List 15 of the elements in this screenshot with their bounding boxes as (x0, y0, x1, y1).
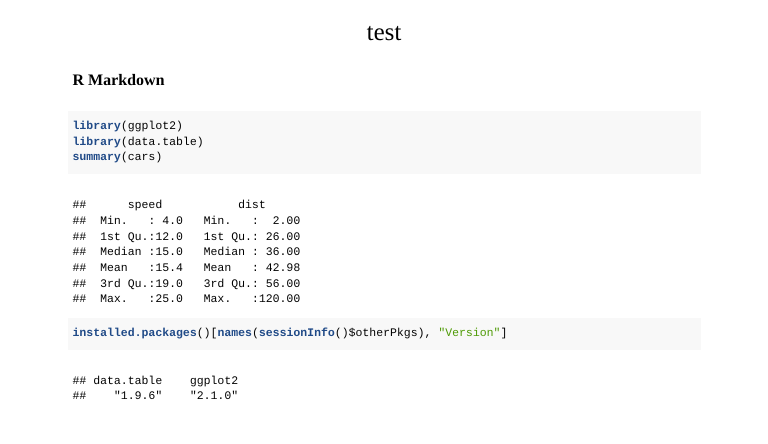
code-line: summary(cars) (72, 150, 162, 166)
output-line: ## 1st Qu.:12.0 1st Qu.: 26.00 (72, 230, 302, 246)
output-line: ## Min. : 4.0 Min. : 2.00 (72, 214, 302, 230)
output-line: ## Mean :15.4 Mean : 42.98 (72, 260, 302, 277)
output-line: ## "1.9.6" "2.1.0" (72, 389, 240, 406)
code-line: installed.packages()[names(sessionInfo()$otherPkgs), "Version"] (72, 326, 508, 342)
output-line: ## Max. :25.0 Max. :120.00 (72, 292, 302, 308)
code-line: library(ggplot2) (72, 119, 183, 135)
output-line: ## speed dist (72, 198, 267, 214)
output-line: ## data.table ggplot2 (72, 374, 240, 390)
document-title: test (366, 18, 402, 48)
output-line: ## 3rd Qu.:19.0 3rd Qu.: 56.00 (72, 276, 302, 292)
output-line: ## Median :15.0 Median : 36.00 (72, 245, 302, 261)
section-heading: R Markdown (72, 71, 165, 91)
code-line: library(data.table) (72, 134, 204, 150)
